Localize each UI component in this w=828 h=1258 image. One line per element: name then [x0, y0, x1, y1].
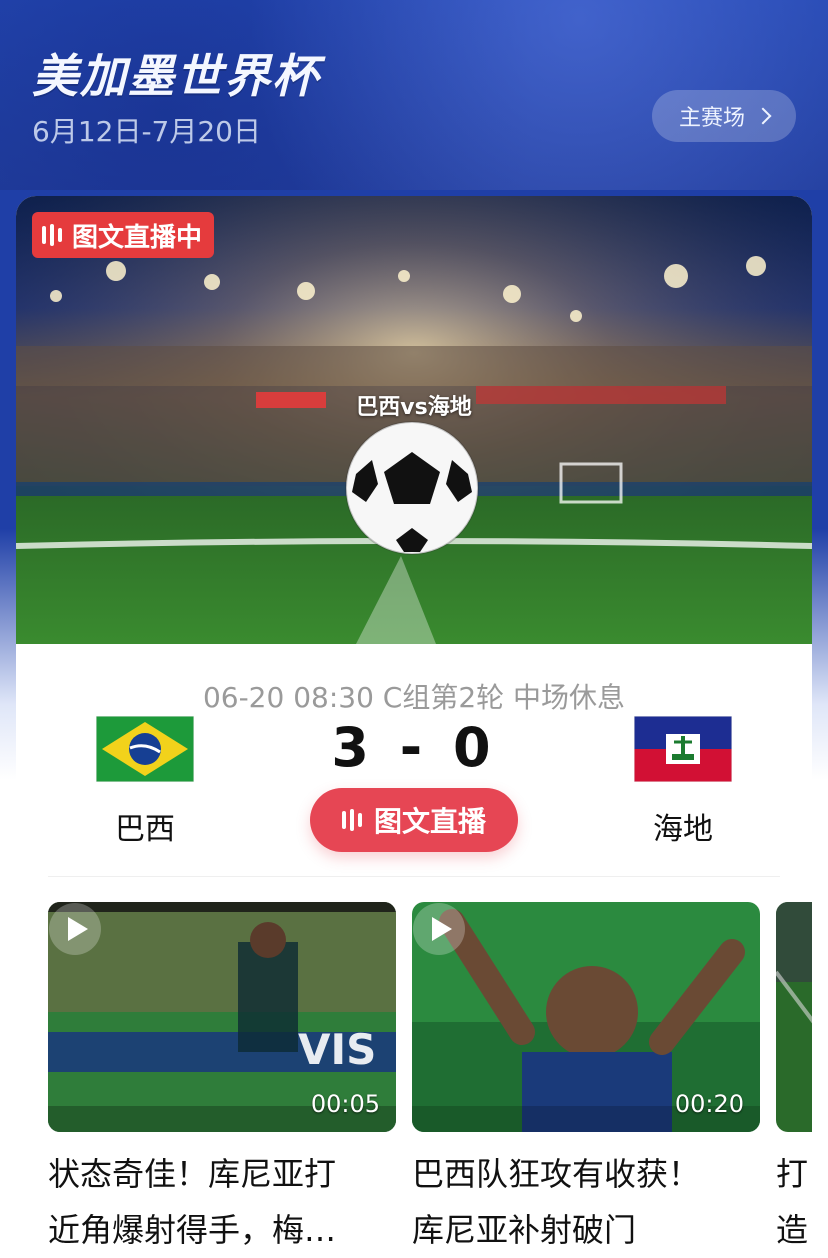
hero-match-title: 巴西vs海地: [356, 395, 472, 420]
match-card[interactable]: 图文直播中 巴西vs海地 06-20 08:30 C组第2轮 中场休息 3 - …: [16, 196, 812, 1258]
main-venue-label: 主赛场: [678, 106, 745, 131]
video-card[interactable]: 打 造: [776, 902, 812, 1258]
page-title: 美加墨世界杯: [32, 49, 320, 103]
video-title-line: 造: [776, 1211, 809, 1249]
video-title: 打 造: [776, 1146, 812, 1258]
svg-text:VIS: VIS: [298, 1025, 376, 1074]
video-card[interactable]: VIS 00:05 状态奇佳！库尼亚打 近角爆射得手，梅…: [48, 902, 396, 1258]
live-badge: 图文直播中: [32, 212, 215, 258]
live-text-button-label: 图文直播: [373, 805, 486, 838]
home-team-name: 巴西: [115, 812, 175, 847]
video-thumbnail[interactable]: 00:20: [412, 902, 760, 1132]
football-icon: [345, 421, 479, 555]
video-title-line: 库尼亚补射破门: [412, 1211, 637, 1249]
brazil-flag-icon: [96, 716, 194, 782]
chevron-right-icon: [754, 107, 772, 125]
video-title-line: 近角爆射得手，梅…: [48, 1211, 337, 1249]
video-title-line: 状态奇佳！库尼亚打: [48, 1155, 337, 1193]
live-bars-icon: [42, 224, 62, 246]
video-thumbnail[interactable]: [776, 902, 812, 1132]
video-thumbnail[interactable]: VIS 00:05: [48, 902, 396, 1132]
main-venue-button[interactable]: 主赛场: [652, 90, 796, 142]
header: 美加墨世界杯 6月12日-7月20日 主赛场: [0, 0, 828, 190]
divider: [48, 876, 780, 877]
live-badge-label: 图文直播中: [72, 222, 203, 253]
haiti-flag-icon: [634, 716, 732, 782]
video-title-line: 巴西队狂攻有收获！: [412, 1155, 701, 1193]
video-card[interactable]: 00:20 巴西队狂攻有收获！ 库尼亚补射破门: [412, 902, 760, 1258]
away-team-name: 海地: [653, 812, 713, 847]
live-text-button[interactable]: 图文直播: [310, 788, 518, 852]
play-icon: [49, 903, 101, 955]
event-dates: 6月12日-7月20日: [32, 115, 261, 148]
video-title: 状态奇佳！库尼亚打 近角爆射得手，梅…: [48, 1146, 396, 1258]
video-carousel[interactable]: VIS 00:05 状态奇佳！库尼亚打 近角爆射得手，梅… 00:20 巴西队狂…: [48, 902, 812, 1258]
video-duration: 00:05: [310, 1090, 380, 1118]
score: 3 - 0: [331, 716, 497, 779]
hero-image[interactable]: 图文直播中 巴西vs海地: [16, 196, 812, 644]
video-title-line: 打: [776, 1155, 809, 1193]
match-meta: 06-20 08:30 C组第2轮 中场休息: [202, 681, 626, 714]
play-icon: [413, 903, 465, 955]
live-bars-icon: [341, 809, 362, 831]
video-title: 巴西队狂攻有收获！ 库尼亚补射破门: [412, 1146, 760, 1258]
video-duration: 00:20: [674, 1090, 744, 1118]
